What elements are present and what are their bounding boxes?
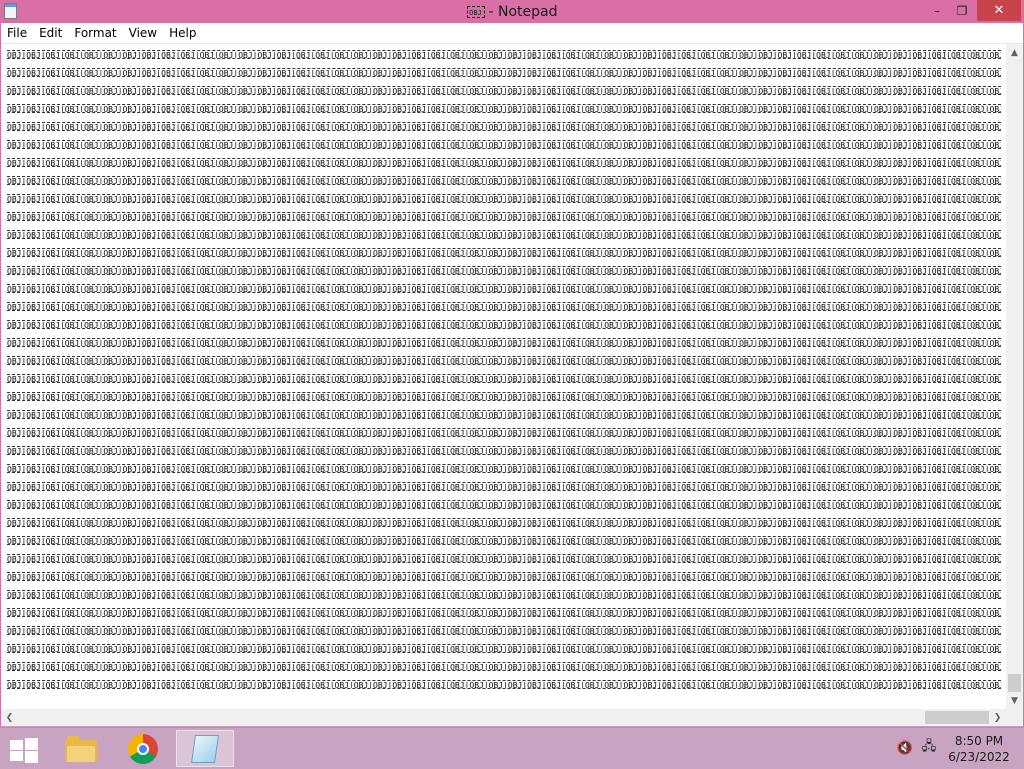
restore-button[interactable]: ❐	[950, 0, 974, 21]
editor-line: OBJ|OBJ|OBJ|OBJ|OBJ|OBJ|OBJ|OBJ|OBJ|OBJ|…	[7, 230, 1001, 239]
chevron-down-icon: ▼	[1011, 695, 1018, 706]
window-title-text: - Notepad	[488, 3, 558, 20]
editor-line: OBJ|OBJ|OBJ|OBJ|OBJ|OBJ|OBJ|OBJ|OBJ|OBJ|…	[7, 554, 1001, 563]
editor-line: OBJ|OBJ|OBJ|OBJ|OBJ|OBJ|OBJ|OBJ|OBJ|OBJ|…	[7, 626, 1001, 635]
start-icon-pane	[10, 751, 23, 761]
scrollbar-corner	[1006, 709, 1023, 726]
notepad-icon	[191, 734, 219, 763]
scroll-left-button[interactable]: ❮	[1, 709, 18, 726]
editor-line: OBJ|OBJ|OBJ|OBJ|OBJ|OBJ|OBJ|OBJ|OBJ|OBJ|…	[7, 68, 1001, 77]
text-editor-area[interactable]: OBJ|OBJ|OBJ|OBJ|OBJ|OBJ|OBJ|OBJ|OBJ|OBJ|…	[1, 44, 1006, 709]
scroll-right-button[interactable]: ❯	[989, 709, 1006, 726]
editor-line: OBJ|OBJ|OBJ|OBJ|OBJ|OBJ|OBJ|OBJ|OBJ|OBJ|…	[7, 500, 1001, 509]
editor-line: OBJ|OBJ|OBJ|OBJ|OBJ|OBJ|OBJ|OBJ|OBJ|OBJ|…	[7, 140, 1001, 149]
start-icon-pane	[25, 738, 38, 750]
menu-format[interactable]: Format	[68, 23, 122, 43]
editor-line: OBJ|OBJ|OBJ|OBJ|OBJ|OBJ|OBJ|OBJ|OBJ|OBJ|…	[7, 680, 1001, 689]
editor-line: OBJ|OBJ|OBJ|OBJ|OBJ|OBJ|OBJ|OBJ|OBJ|OBJ|…	[7, 482, 1001, 491]
clock-date: 6/23/2022	[948, 750, 1010, 764]
editor-line: OBJ|OBJ|OBJ|OBJ|OBJ|OBJ|OBJ|OBJ|OBJ|OBJ|…	[7, 158, 1001, 167]
editor-line: OBJ|OBJ|OBJ|OBJ|OBJ|OBJ|OBJ|OBJ|OBJ|OBJ|…	[7, 50, 1001, 59]
taskbar-file-explorer[interactable]	[52, 730, 110, 767]
clock-time: 8:50 PM	[954, 734, 1004, 748]
menu-view[interactable]: View	[123, 23, 163, 43]
editor-line: OBJ|OBJ|OBJ|OBJ|OBJ|OBJ|OBJ|OBJ|OBJ|OBJ|…	[7, 266, 1001, 275]
start-icon	[10, 740, 23, 750]
editor-line: OBJ|OBJ|OBJ|OBJ|OBJ|OBJ|OBJ|OBJ|OBJ|OBJ|…	[7, 86, 1001, 95]
minimize-icon: –	[934, 3, 940, 18]
network-icon[interactable]: 🖧	[920, 739, 938, 756]
scroll-up-button[interactable]: ▲	[1006, 44, 1023, 61]
minimize-button[interactable]: –	[926, 0, 948, 21]
file-explorer-icon	[65, 735, 97, 762]
window-title: OBJ - Notepad	[0, 0, 1024, 23]
chrome-icon	[128, 733, 158, 764]
editor-line: OBJ|OBJ|OBJ|OBJ|OBJ|OBJ|OBJ|OBJ|OBJ|OBJ|…	[7, 464, 1001, 473]
editor-line: OBJ|OBJ|OBJ|OBJ|OBJ|OBJ|OBJ|OBJ|OBJ|OBJ|…	[7, 320, 1001, 329]
menu-help[interactable]: Help	[163, 23, 202, 43]
menu-bar: File Edit Format View Help	[1, 23, 1023, 44]
menu-file[interactable]: File	[1, 23, 33, 43]
editor-line: OBJ|OBJ|OBJ|OBJ|OBJ|OBJ|OBJ|OBJ|OBJ|OBJ|…	[7, 374, 1001, 383]
editor-line: OBJ|OBJ|OBJ|OBJ|OBJ|OBJ|OBJ|OBJ|OBJ|OBJ|…	[7, 410, 1001, 419]
start-button[interactable]	[10, 738, 38, 763]
editor-line: OBJ|OBJ|OBJ|OBJ|OBJ|OBJ|OBJ|OBJ|OBJ|OBJ|…	[7, 536, 1001, 545]
editor-line: OBJ|OBJ|OBJ|OBJ|OBJ|OBJ|OBJ|OBJ|OBJ|OBJ|…	[7, 518, 1001, 527]
taskbar-chrome[interactable]	[114, 730, 172, 767]
start-icon-pane	[25, 751, 38, 763]
object-placeholder-icon: OBJ	[466, 5, 485, 18]
editor-line: OBJ|OBJ|OBJ|OBJ|OBJ|OBJ|OBJ|OBJ|OBJ|OBJ|…	[7, 356, 1001, 365]
chevron-right-icon: ❯	[993, 712, 1002, 723]
editor-line: OBJ|OBJ|OBJ|OBJ|OBJ|OBJ|OBJ|OBJ|OBJ|OBJ|…	[7, 212, 1001, 221]
editor-line: OBJ|OBJ|OBJ|OBJ|OBJ|OBJ|OBJ|OBJ|OBJ|OBJ|…	[7, 194, 1001, 203]
editor-line: OBJ|OBJ|OBJ|OBJ|OBJ|OBJ|OBJ|OBJ|OBJ|OBJ|…	[7, 122, 1001, 131]
editor-line: OBJ|OBJ|OBJ|OBJ|OBJ|OBJ|OBJ|OBJ|OBJ|OBJ|…	[7, 284, 1001, 293]
editor-line: OBJ|OBJ|OBJ|OBJ|OBJ|OBJ|OBJ|OBJ|OBJ|OBJ|…	[7, 104, 1001, 113]
taskbar: 🔇 🖧 8:50 PM 6/23/2022	[0, 727, 1024, 769]
chevron-left-icon: ❮	[5, 712, 14, 723]
chevron-up-icon: ▲	[1011, 47, 1018, 58]
editor-line: OBJ|OBJ|OBJ|OBJ|OBJ|OBJ|OBJ|OBJ|OBJ|OBJ|…	[7, 392, 1001, 401]
system-clock[interactable]: 8:50 PM 6/23/2022	[948, 733, 1010, 765]
editor-line: OBJ|OBJ|OBJ|OBJ|OBJ|OBJ|OBJ|OBJ|OBJ|OBJ|…	[7, 590, 1001, 599]
menu-edit[interactable]: Edit	[33, 23, 68, 43]
close-button[interactable]: ✕	[977, 0, 1021, 21]
editor-line: OBJ|OBJ|OBJ|OBJ|OBJ|OBJ|OBJ|OBJ|OBJ|OBJ|…	[7, 446, 1001, 455]
horizontal-scrollbar[interactable]: ❮ ❯	[1, 709, 1006, 726]
vertical-scroll-thumb[interactable]	[1008, 674, 1021, 692]
editor-line: OBJ|OBJ|OBJ|OBJ|OBJ|OBJ|OBJ|OBJ|OBJ|OBJ|…	[7, 248, 1001, 257]
editor-line: OBJ|OBJ|OBJ|OBJ|OBJ|OBJ|OBJ|OBJ|OBJ|OBJ|…	[7, 644, 1001, 653]
editor-line: OBJ|OBJ|OBJ|OBJ|OBJ|OBJ|OBJ|OBJ|OBJ|OBJ|…	[7, 338, 1001, 347]
title-bar[interactable]: OBJ - Notepad – ❐ ✕	[0, 0, 1024, 23]
editor-line: OBJ|OBJ|OBJ|OBJ|OBJ|OBJ|OBJ|OBJ|OBJ|OBJ|…	[7, 302, 1001, 311]
taskbar-notepad[interactable]	[176, 730, 234, 767]
editor-line: OBJ|OBJ|OBJ|OBJ|OBJ|OBJ|OBJ|OBJ|OBJ|OBJ|…	[7, 572, 1001, 581]
editor-line: OBJ|OBJ|OBJ|OBJ|OBJ|OBJ|OBJ|OBJ|OBJ|OBJ|…	[7, 176, 1001, 185]
vertical-scrollbar[interactable]: ▲ ▼	[1006, 44, 1023, 709]
editor-line: OBJ|OBJ|OBJ|OBJ|OBJ|OBJ|OBJ|OBJ|OBJ|OBJ|…	[7, 662, 1001, 671]
horizontal-scroll-thumb[interactable]	[925, 711, 989, 724]
editor-line: OBJ|OBJ|OBJ|OBJ|OBJ|OBJ|OBJ|OBJ|OBJ|OBJ|…	[7, 428, 1001, 437]
close-icon: ✕	[993, 3, 1005, 18]
editor-line: OBJ|OBJ|OBJ|OBJ|OBJ|OBJ|OBJ|OBJ|OBJ|OBJ|…	[7, 608, 1001, 617]
volume-muted-icon[interactable]: 🔇	[896, 740, 914, 756]
scroll-down-button[interactable]: ▼	[1006, 692, 1023, 709]
restore-icon: ❐	[956, 3, 968, 18]
